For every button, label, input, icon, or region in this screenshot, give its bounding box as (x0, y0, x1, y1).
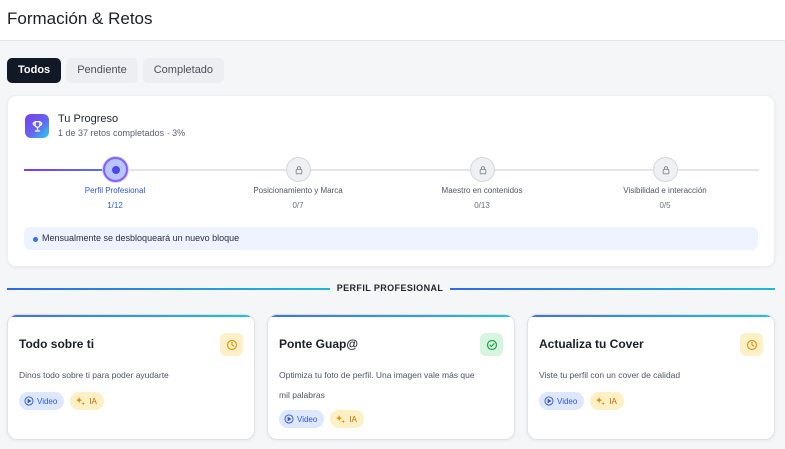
ai-badge-label: IA (349, 414, 357, 424)
video-badge-label: Video (297, 414, 318, 424)
card-title: Actualiza tu Cover (539, 337, 644, 351)
stage-node-maestro[interactable] (470, 157, 495, 182)
tab-pendiente[interactable]: Pendiente (66, 58, 138, 83)
ai-badge: IA (330, 410, 364, 428)
clock-icon (220, 333, 243, 356)
challenge-card-actualiza-cover[interactable]: Actualiza tu Cover Viste tu perfil con u… (527, 314, 775, 440)
ai-badge: IA (70, 392, 104, 410)
trophy-icon (25, 114, 49, 138)
card-description: Viste tu perfil con un cover de calidad (539, 370, 681, 380)
video-badge: Video (279, 410, 325, 428)
card-title: Ponte Guap@ (279, 337, 359, 351)
stage-label: Visibilidad e interacción (623, 186, 707, 195)
tab-completado[interactable]: Completado (142, 58, 225, 83)
card-badges: Video IA (279, 410, 364, 428)
play-icon (24, 396, 34, 406)
sparkles-icon (596, 396, 606, 405)
check-circle-icon (480, 333, 503, 356)
video-badge: Video (539, 392, 585, 410)
ai-badge-label: IA (609, 396, 617, 406)
stage-node-posicionamiento[interactable] (286, 157, 311, 182)
card-accent-bar (268, 315, 514, 317)
stage-count: 0/13 (474, 201, 490, 210)
top-bar: Formación & Retos (0, 0, 785, 41)
page-title: Formación & Retos (7, 9, 153, 28)
stage-label: Perfil Profesional (84, 186, 146, 195)
progress-title: Tu Progreso (58, 113, 119, 125)
card-accent-bar (528, 315, 774, 317)
ai-badge: IA (590, 392, 624, 410)
stage-node-perfil-profesional[interactable] (103, 157, 128, 182)
challenge-card-ponte-guapa[interactable]: Ponte Guap@ Optimiza tu foto de perfil. … (267, 314, 515, 440)
notice-text: Mensualmente se desbloqueará un nuevo bl… (42, 233, 240, 243)
sparkles-icon (336, 414, 346, 423)
play-icon (284, 414, 294, 424)
tab-todos[interactable]: Todos (7, 58, 62, 83)
card-title: Todo sobre ti (19, 337, 95, 351)
card-badges: Video IA (539, 392, 624, 410)
unlock-notice: Mensualmente se desbloqueará un nuevo bl… (24, 227, 758, 250)
stage-node-visibilidad[interactable] (653, 157, 678, 182)
lock-icon (295, 165, 302, 174)
challenge-card-todo-sobre-ti[interactable]: Todo sobre ti Dinos todo sobre ti para p… (7, 314, 255, 440)
stage-label: Posicionamiento y Marca (253, 186, 343, 195)
card-accent-bar (8, 315, 254, 317)
stage-label: Maestro en contenidos (441, 186, 523, 195)
play-icon (544, 396, 554, 406)
video-badge-label: Video (37, 396, 58, 406)
video-badge: Video (19, 392, 65, 410)
section-divider-right (450, 288, 775, 290)
stage-count: 0/7 (292, 201, 304, 210)
stage-count: 0/5 (659, 201, 671, 210)
progress-subtitle: 1 de 37 retos completados · 3% (58, 128, 186, 138)
section-title: PERFIL PROFESIONAL (336, 283, 444, 293)
current-stage-dot (111, 165, 120, 174)
sparkles-icon (76, 396, 86, 405)
lock-icon (479, 165, 486, 174)
progress-card: Tu Progreso 1 de 37 retos completados · … (7, 95, 775, 267)
filter-tabs: Todos Pendiente Completado (7, 58, 225, 83)
stage-count: 1/12 (107, 201, 123, 210)
card-description: Dinos todo sobre ti para poder ayudarte (19, 370, 169, 380)
card-description: Optimiza tu foto de perfil. Una imagen v… (279, 370, 475, 400)
ai-badge-label: IA (89, 396, 97, 406)
video-badge-label: Video (557, 396, 578, 406)
section-divider-left (7, 288, 330, 290)
lock-icon (662, 165, 669, 174)
progress-track (24, 169, 759, 171)
card-badges: Video IA (19, 392, 104, 410)
clock-icon (740, 333, 763, 356)
info-dot-icon (33, 237, 38, 242)
